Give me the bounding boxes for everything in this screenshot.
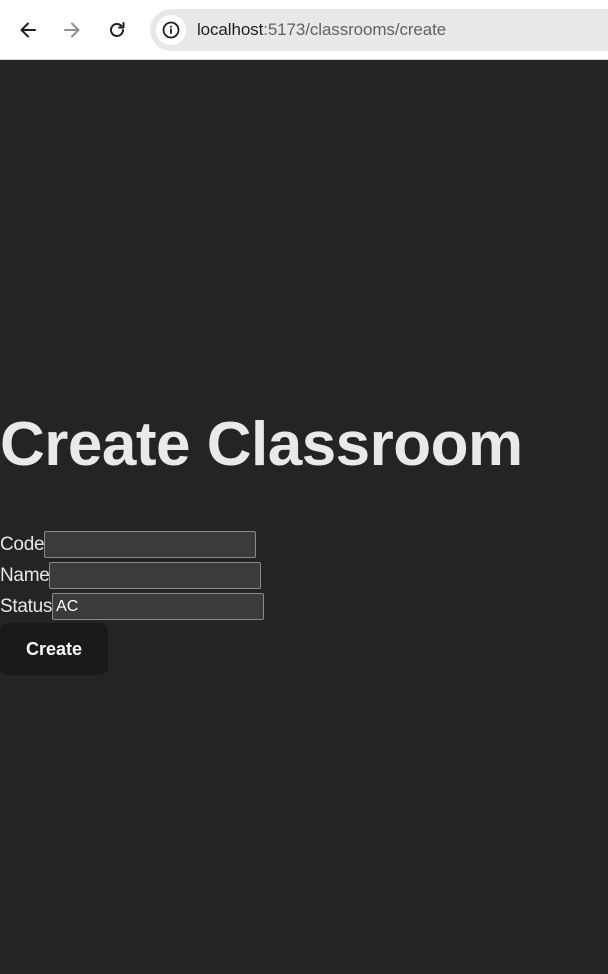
- url-path: :5173/classrooms/create: [263, 20, 447, 39]
- reload-button[interactable]: [101, 14, 133, 46]
- create-classroom-form: Code Name Status Create: [0, 529, 265, 675]
- reload-icon: [110, 22, 125, 37]
- code-row: Code: [0, 529, 264, 560]
- create-button[interactable]: Create: [0, 623, 108, 675]
- name-input[interactable]: [49, 562, 262, 589]
- status-label: Status: [0, 595, 53, 617]
- url-text: localhost:5173/classrooms/create: [197, 20, 446, 40]
- address-bar[interactable]: localhost:5173/classrooms/create: [150, 9, 608, 51]
- arrow-right-icon: [64, 22, 80, 38]
- arrow-left-icon: [20, 22, 36, 38]
- site-info-button[interactable]: [156, 15, 186, 45]
- forward-button[interactable]: [56, 14, 88, 46]
- name-row: Name: [0, 560, 264, 591]
- url-host: localhost: [197, 20, 264, 39]
- page-content: Create Classroom Code Name Status Create: [0, 61, 608, 974]
- name-label: Name: [0, 564, 50, 586]
- status-row: Status: [0, 591, 265, 622]
- code-label: Code: [0, 533, 45, 555]
- page-title: Create Classroom: [0, 410, 523, 479]
- code-input[interactable]: [44, 531, 257, 558]
- info-icon: [162, 21, 180, 39]
- back-button[interactable]: [12, 14, 44, 46]
- status-input[interactable]: [52, 593, 265, 620]
- browser-toolbar: localhost:5173/classrooms/create: [0, 0, 608, 60]
